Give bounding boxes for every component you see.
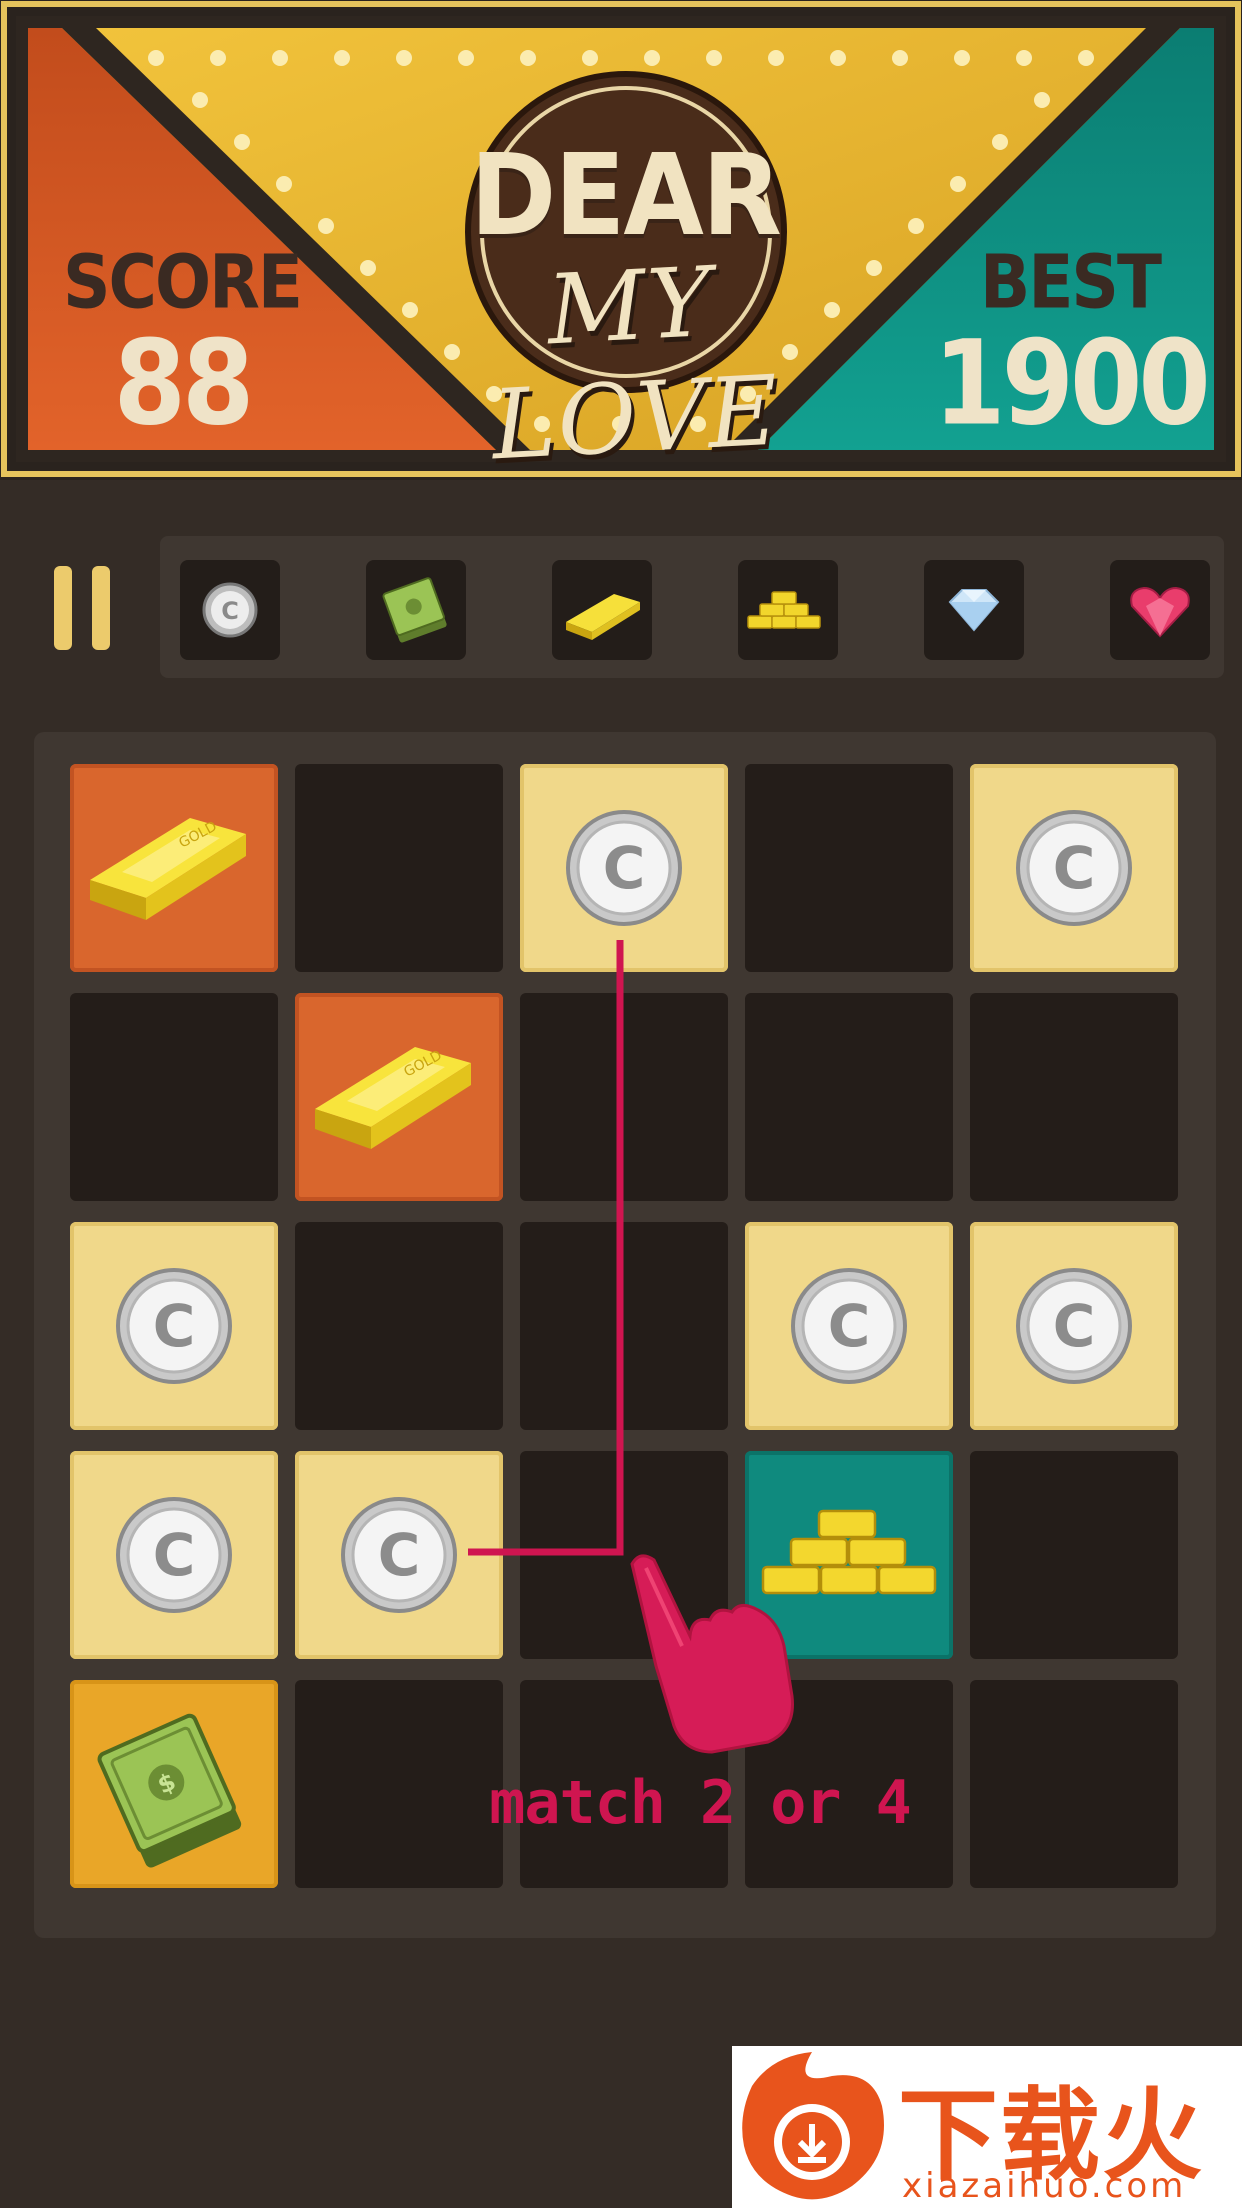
svg-text:C: C: [1053, 1292, 1096, 1360]
sequence-slot-coin: C: [180, 560, 280, 660]
logo-title-line2: MY LOVE: [489, 245, 783, 482]
board-cell-4-1-coin[interactable]: C: [70, 1451, 278, 1659]
board-cell-4-5-empty[interactable]: [970, 1451, 1178, 1659]
pause-icon: [54, 566, 72, 650]
svg-text:C: C: [153, 1292, 196, 1360]
board-cell-3-4-coin[interactable]: C: [745, 1222, 953, 1430]
flame-download-icon: [742, 2052, 884, 2200]
board-cell-2-5-empty[interactable]: [970, 993, 1178, 1201]
watermark-url: xiazaihuo.com: [902, 2166, 1187, 2206]
best-label: BEST: [980, 239, 1162, 326]
heart-gem-icon: [1130, 586, 1190, 638]
coin-icon: C: [202, 582, 258, 638]
board-cell-5-5-empty[interactable]: [970, 1680, 1178, 1888]
logo-title-line1: DEAR: [470, 129, 782, 261]
coin-icon: C: [341, 1497, 457, 1613]
board-cell-5-1-cash[interactable]: $: [70, 1680, 278, 1888]
board-cell-3-1-coin[interactable]: C: [70, 1222, 278, 1430]
cash-icon: [382, 577, 447, 643]
svg-text:C: C: [1053, 834, 1096, 902]
score-label: SCORE: [63, 239, 303, 326]
gold-bar-icon: GOLD: [315, 1047, 471, 1149]
pointing-hand-icon: [630, 1554, 794, 1754]
sequence-slot-gold-stack: [738, 560, 838, 660]
board-cell-2-1-empty[interactable]: [70, 993, 278, 1201]
svg-text:C: C: [153, 1521, 196, 1589]
coin-icon: C: [1016, 810, 1132, 926]
gold-stack-icon: [747, 591, 821, 629]
board-cell-1-2-empty[interactable]: [295, 764, 503, 972]
gold-bar-icon: GOLD: [90, 818, 246, 920]
cash-icon: $: [97, 1713, 242, 1868]
sequence-slot-diamond: [924, 560, 1024, 660]
diamond-icon: [948, 589, 1000, 632]
board-cell-2-3-empty[interactable]: [520, 993, 728, 1201]
sequence-slot-heart-gem: [1110, 560, 1210, 660]
sequence-slot-cash: [366, 560, 466, 660]
board-cell-4-2-coin[interactable]: C: [295, 1451, 503, 1659]
gold-bar-icon: [566, 594, 640, 640]
board-cell-2-2-gold-bar[interactable]: GOLD: [295, 993, 503, 1201]
sequence-slot-gold-bar: [552, 560, 652, 660]
header-banner: SCORE 88 BEST 1900 DEAR MY LOVE: [0, 0, 1242, 481]
watermark: 下载火 xiazaihuo.com: [732, 2046, 1242, 2208]
svg-text:C: C: [603, 834, 646, 902]
board-cell-1-4-empty[interactable]: [745, 764, 953, 972]
board-cell-1-3-coin[interactable]: C: [520, 764, 728, 972]
board-cell-1-1-gold-bar[interactable]: GOLD: [70, 764, 278, 972]
tile-sequence-bar: C: [160, 536, 1224, 678]
board-cell-2-4-empty[interactable]: [745, 993, 953, 1201]
coin-icon: C: [1016, 1268, 1132, 1384]
board-cell-3-3-empty[interactable]: [520, 1222, 728, 1430]
board-cell-3-2-empty[interactable]: [295, 1222, 503, 1430]
best-value: 1900: [933, 314, 1210, 452]
svg-text:C: C: [828, 1292, 871, 1360]
svg-text:C: C: [221, 597, 239, 625]
coin-icon: C: [791, 1268, 907, 1384]
coin-icon: C: [566, 810, 682, 926]
pause-button[interactable]: [52, 566, 112, 650]
hint-text: match 2 or 4: [489, 1768, 911, 1838]
score-value: 88: [113, 314, 255, 452]
coin-icon: C: [116, 1268, 232, 1384]
board-cell-3-5-coin[interactable]: C: [970, 1222, 1178, 1430]
game-board: GOLD C C GOLD C C C C C $: [34, 732, 1216, 1938]
svg-text:C: C: [378, 1521, 421, 1589]
coin-icon: C: [116, 1497, 232, 1613]
board-cell-1-5-coin[interactable]: C: [970, 764, 1178, 972]
